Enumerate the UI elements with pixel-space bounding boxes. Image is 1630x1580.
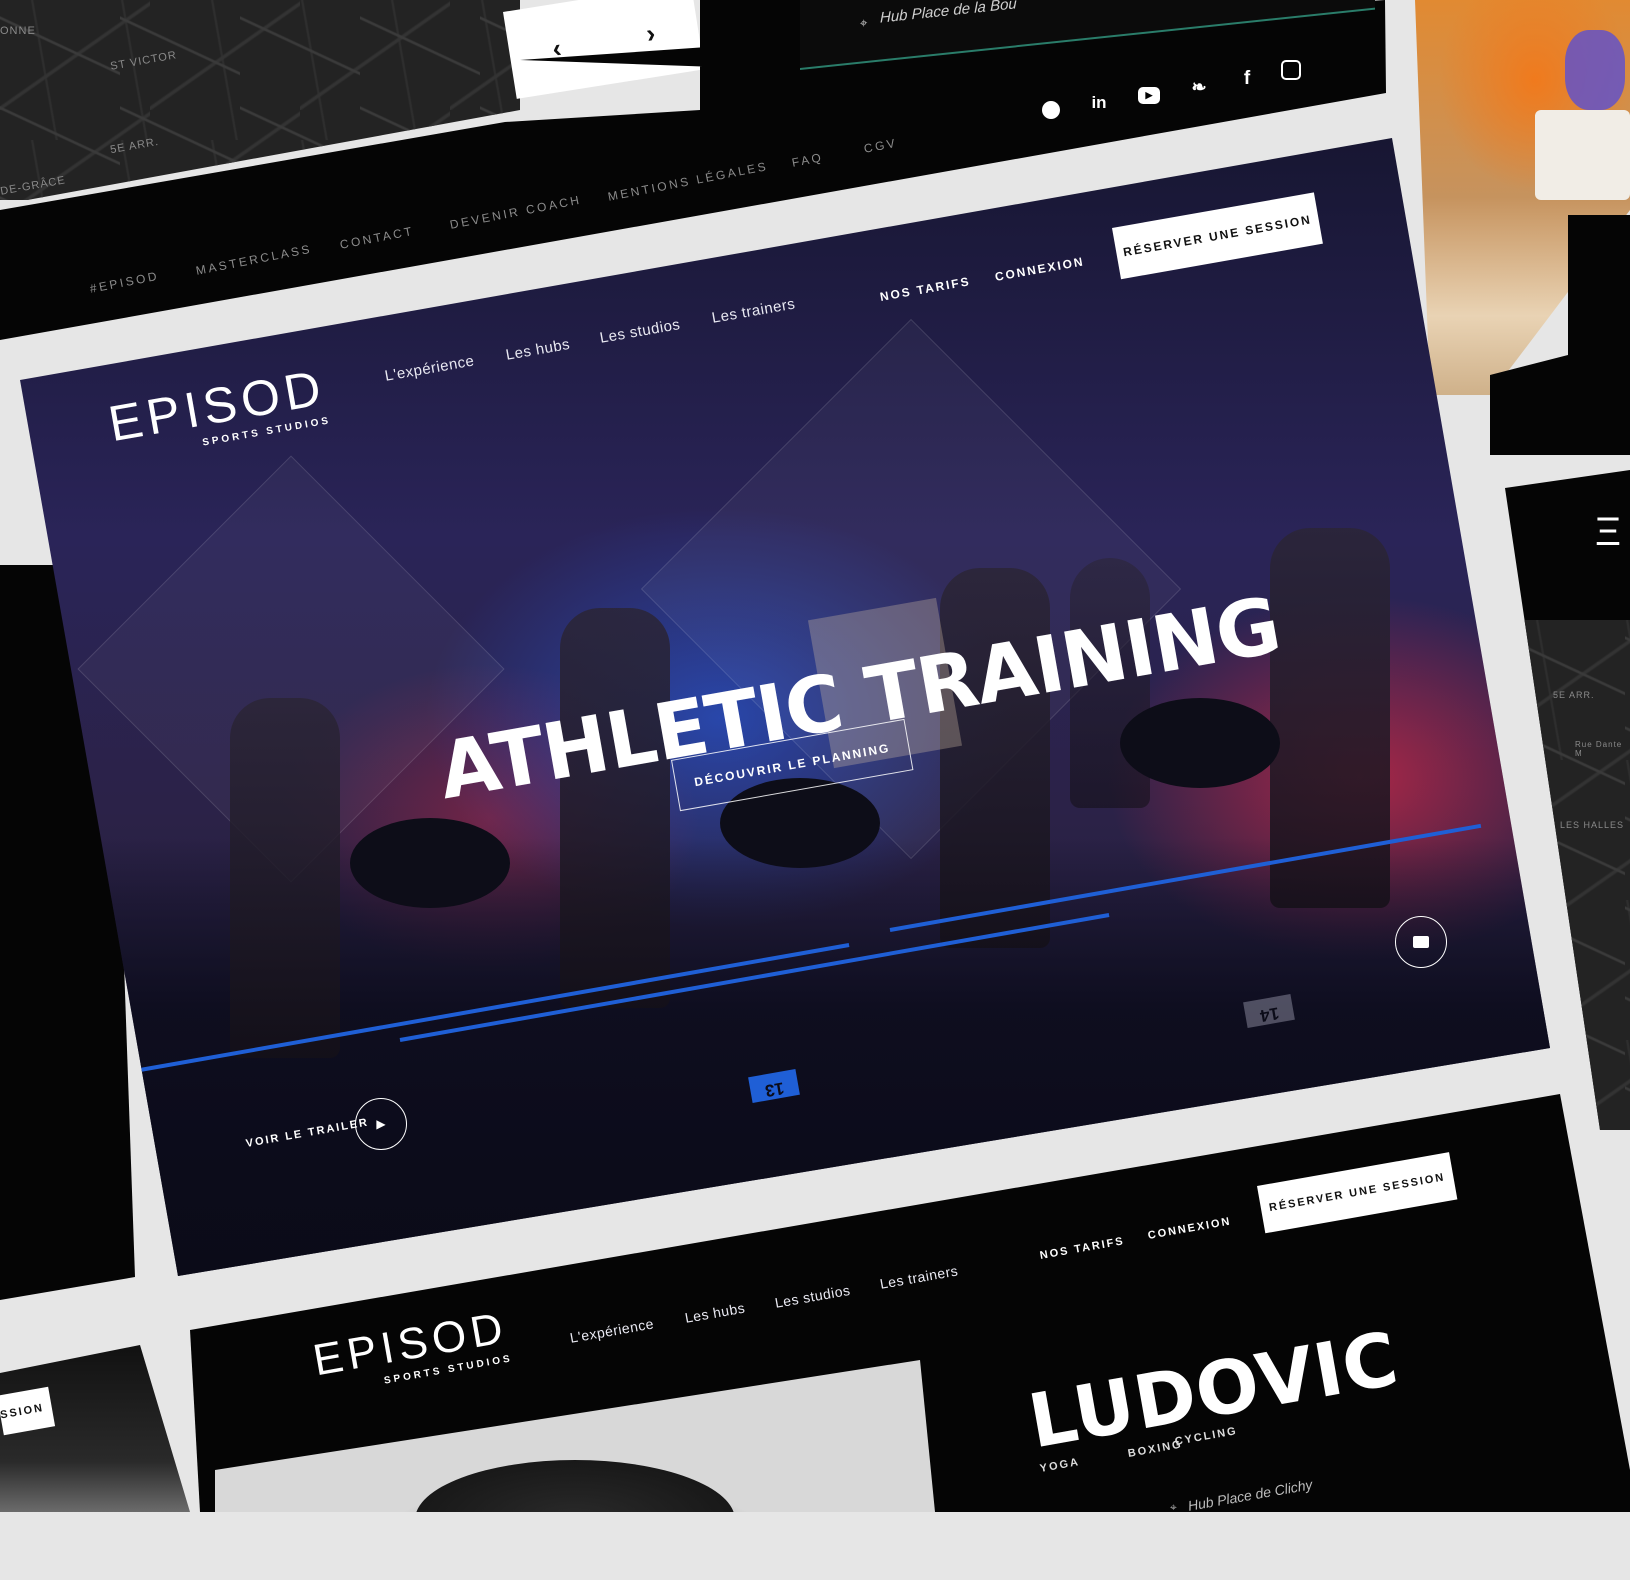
twitter-icon[interactable]: ❧ [1188,76,1210,98]
reserve-session-button[interactable]: RÉSERVER UNE SESSION [1112,192,1323,280]
rower-machine [1120,698,1280,788]
right-map: 5E ARR. LES HALLES Rue Dante M [1505,620,1630,1130]
chat-icon [1413,936,1429,948]
map-label: 5E ARR. [1553,690,1595,700]
instagram-icon[interactable] [1280,59,1302,81]
partial-logo: Ξ [1595,510,1621,554]
trainer-hair [415,1460,735,1512]
reserve-session-label: RÉSERVER UNE SESSION [1122,212,1313,260]
athlete-figure [230,698,340,1058]
trainer-page-panel: EPISOD SPORTS STUDIOS L'expérience Les h… [0,1090,1630,1514]
episod-logo[interactable]: EPISOD SPORTS STUDIOS [104,359,331,464]
map-label: LES HALLES [1560,820,1625,830]
nav-hubs[interactable]: Les hubs [505,336,572,364]
athlete-figure [560,608,670,1008]
bench-shape [1535,110,1630,200]
wall-art-shape [1565,30,1625,110]
nav-tarifs[interactable]: NOS TARIFS [879,274,972,304]
chat-button[interactable] [1395,916,1447,968]
pin-icon: ⌖ [860,14,868,31]
rower-machine [350,818,510,908]
mockup-scene: ST VICTOR 5E ARR. ONNE DE-GRÂCE ‹ › ⌖ Hu… [0,0,1630,1514]
spotify-icon[interactable] [1040,99,1062,121]
map-label: Rue Dante M [1575,740,1623,758]
pin-icon: ⌖ [1170,1500,1177,1514]
linkedin-icon[interactable]: in [1088,92,1110,114]
hub-address: Hub Place de la Bou [880,0,1017,27]
nav-studios[interactable]: Les studios [599,316,682,347]
floor-number-label: 14 [1258,1003,1281,1026]
facebook-icon[interactable]: f [1236,68,1258,90]
youtube-icon[interactable]: ▶ [1138,84,1160,106]
nav-trainers[interactable]: Les trainers [711,295,797,326]
nav-connexion[interactable]: CONNEXION [994,254,1086,284]
nav-experience[interactable]: L'expérience [384,352,476,384]
